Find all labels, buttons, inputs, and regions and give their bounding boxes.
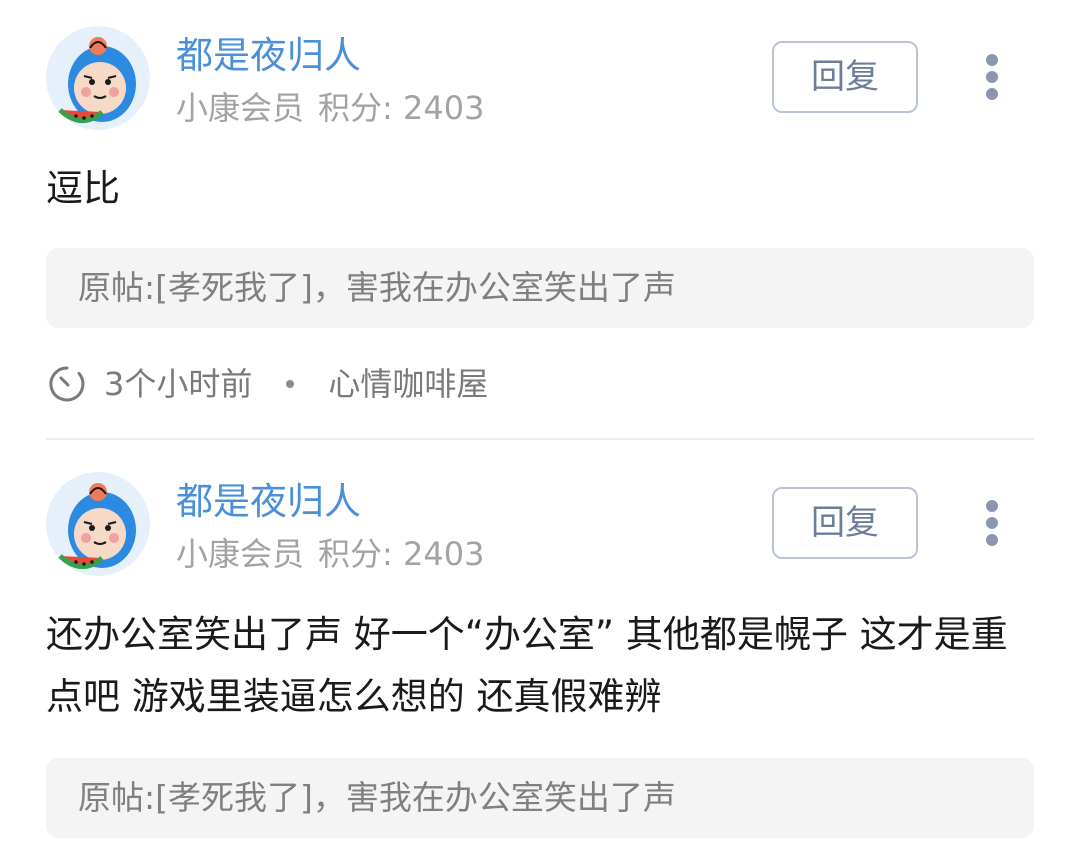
quoted-post[interactable]: 原帖:[孝死我了]，害我在办公室笑出了声: [46, 758, 1034, 838]
avatar[interactable]: [46, 26, 150, 130]
timestamp: 3个小时前: [104, 365, 253, 403]
quote-text: [孝死我了]，害我在办公室笑出了声: [155, 268, 676, 307]
points-label: 积分:: [318, 535, 393, 573]
points-value: 2403: [402, 535, 485, 573]
points-value: 2403: [402, 89, 485, 127]
username[interactable]: 都是夜归人: [176, 34, 361, 78]
avatar-illustration: [58, 483, 136, 569]
comment-item: 都是夜归人 小康会员 积分: 2403 回复 逗比 原帖:[孝死我了]，害我在办公…: [0, 0, 1080, 440]
member-level: 小康会员: [176, 89, 305, 127]
comment-footer: 3个小时前 心情咖啡屋: [48, 360, 488, 408]
forum-name[interactable]: 心情咖啡屋: [328, 360, 488, 408]
vertical-dots-icon[interactable]: [976, 496, 1008, 550]
avatar-illustration: [58, 37, 136, 123]
comment-item: 都是夜归人 小康会员 积分: 2403 回复 还办公室笑出了声 好一个“办公室” …: [0, 446, 1080, 846]
quote-prefix: 原帖:: [78, 778, 156, 817]
reply-button[interactable]: 回复: [772, 487, 918, 559]
divider: [46, 438, 1034, 440]
avatar[interactable]: [46, 472, 150, 576]
quoted-post[interactable]: 原帖:[孝死我了]，害我在办公室笑出了声: [46, 248, 1034, 328]
reply-button[interactable]: 回复: [772, 41, 918, 113]
user-meta: 小康会员 积分: 2403: [176, 88, 484, 128]
comment-body: 逗比: [46, 167, 120, 210]
clock-icon: [49, 366, 85, 402]
separator-dot: [286, 380, 295, 388]
quote-prefix: 原帖:: [78, 268, 156, 307]
vertical-dots-icon[interactable]: [976, 50, 1008, 104]
user-meta: 小康会员 积分: 2403: [176, 534, 484, 574]
comment-body: 还办公室笑出了声 好一个“办公室” 其他都是幌子 这才是重点吧 游戏里装逼怎么想…: [46, 613, 1008, 718]
username[interactable]: 都是夜归人: [176, 480, 361, 524]
points-label: 积分:: [318, 89, 393, 127]
quote-text: [孝死我了]，害我在办公室笑出了声: [155, 778, 676, 817]
member-level: 小康会员: [176, 535, 305, 573]
